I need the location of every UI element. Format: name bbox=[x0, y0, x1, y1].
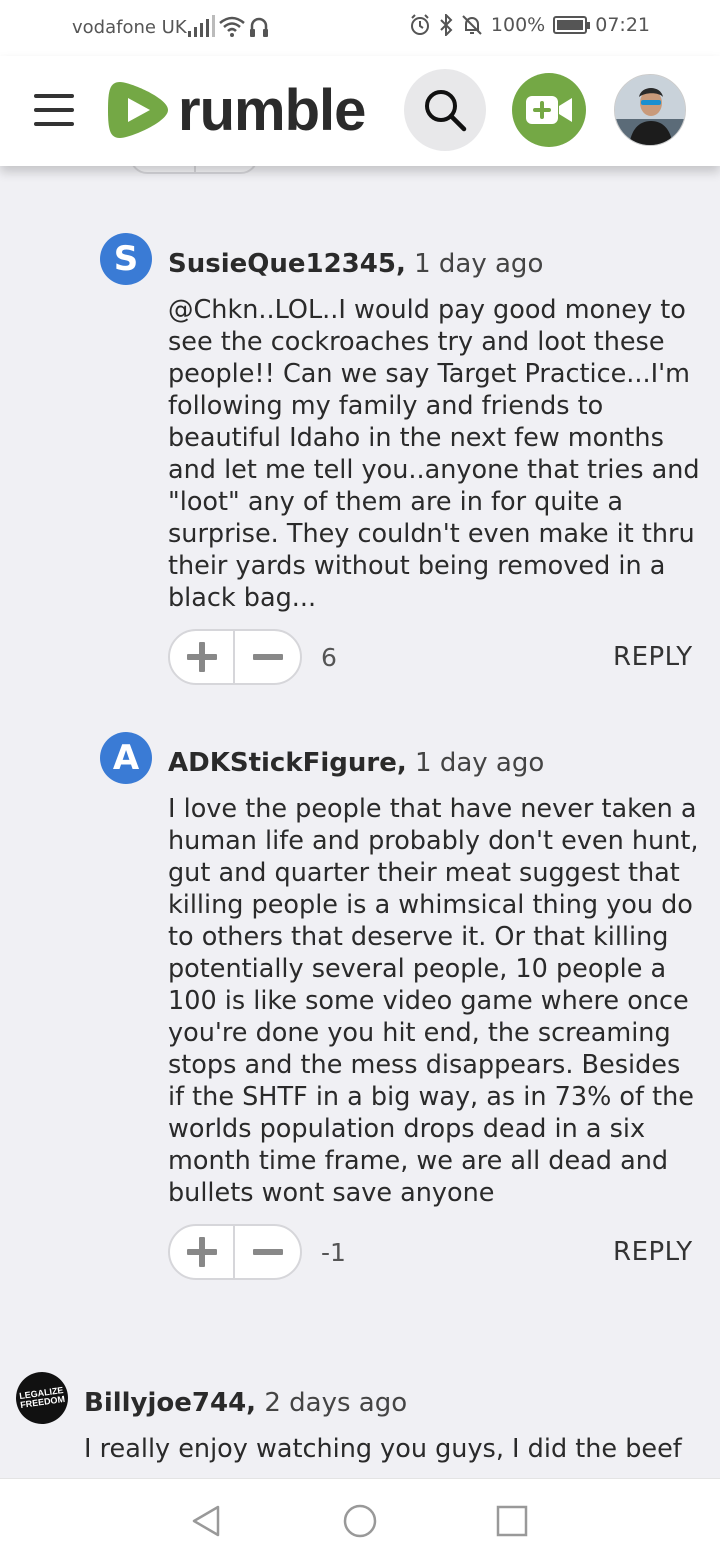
comment-line: I love the people that have never taken … bbox=[168, 794, 697, 824]
vote-score: 6 bbox=[321, 643, 337, 672]
comment-line: I really enjoy watching you guys, I did … bbox=[84, 1434, 682, 1464]
upvote-button[interactable] bbox=[170, 1226, 235, 1278]
comment-time: 2 days ago bbox=[264, 1388, 408, 1418]
avatar[interactable]: A bbox=[100, 732, 152, 784]
status-bar: vodafone UK 100% 07:21 bbox=[0, 0, 720, 56]
comment-header: Billyjoe744, 2 days ago bbox=[84, 1388, 407, 1418]
comment-line: month time frame, we are all dead and bbox=[168, 1146, 669, 1176]
mute-icon bbox=[462, 15, 482, 35]
app-header: rumble bbox=[0, 56, 720, 166]
avatar-letter: S bbox=[113, 239, 139, 279]
avatar-letter: A bbox=[112, 738, 140, 778]
comment-author[interactable]: SusieQue12345, bbox=[168, 249, 406, 279]
comment-line: stops and the mess disappears. Besides bbox=[168, 1050, 681, 1080]
comment-body: I really enjoy watching you guys, I did … bbox=[84, 1433, 682, 1465]
alarm-icon bbox=[410, 14, 429, 35]
comment-line: bullets wont save anyone bbox=[168, 1178, 495, 1208]
comment-line: their yards without being removed in a bbox=[168, 551, 666, 581]
avatar[interactable]: LEGALIZE FREEDOM bbox=[12, 1368, 72, 1428]
comment-author[interactable]: Billyjoe744, bbox=[84, 1388, 256, 1418]
logo-text: rumble bbox=[178, 77, 366, 143]
comment-line: @Chkn..LOL..I would pay good money to bbox=[168, 295, 686, 325]
downvote-button[interactable] bbox=[235, 1226, 300, 1278]
comment-line: you're done you hit end, the screaming bbox=[168, 1018, 671, 1048]
downvote-button[interactable] bbox=[235, 631, 300, 683]
avatar[interactable]: S bbox=[100, 233, 152, 285]
comment-line: surprise. They couldn't even make it thr… bbox=[168, 519, 695, 549]
comment-line: see the cockroaches try and loot these bbox=[168, 327, 665, 357]
comment-line: killing people is a whimsical thing you … bbox=[168, 890, 693, 920]
vote-control bbox=[168, 629, 302, 685]
minus-icon bbox=[252, 1237, 283, 1267]
user-photo bbox=[615, 75, 685, 145]
search-icon bbox=[425, 90, 467, 132]
plus-icon bbox=[186, 642, 217, 672]
signal-icon bbox=[188, 15, 215, 37]
comment-line: "loot" any of them are in for quite a bbox=[168, 487, 624, 517]
comment-header: SusieQue12345, 1 day ago bbox=[168, 249, 543, 279]
recents-icon[interactable] bbox=[492, 1501, 532, 1541]
status-right: 100% 07:21 bbox=[409, 14, 650, 36]
comment-time: 1 day ago bbox=[414, 249, 544, 279]
home-icon[interactable] bbox=[340, 1501, 380, 1541]
comment-line: following my family and friends to bbox=[168, 391, 604, 421]
battery-percent: 100% bbox=[490, 14, 546, 36]
rumble-logo[interactable]: rumble bbox=[106, 76, 366, 144]
wifi-icon bbox=[219, 16, 268, 37]
comment-line: worlds population drops dead in a six bbox=[168, 1114, 646, 1144]
upvote-button[interactable] bbox=[170, 631, 235, 683]
clock: 07:21 bbox=[595, 14, 650, 36]
comment-line: gut and quarter their meat suggest that bbox=[168, 858, 680, 888]
comment-line: black bag... bbox=[168, 583, 317, 613]
system-nav-bar bbox=[0, 1478, 720, 1560]
reply-button[interactable]: REPLY bbox=[613, 1237, 693, 1267]
comment-body: @Chkn..LOL..I would pay good money to se… bbox=[168, 294, 700, 614]
upload-video-button[interactable] bbox=[512, 73, 586, 147]
rumble-play-icon bbox=[108, 82, 168, 138]
user-avatar[interactable] bbox=[614, 74, 686, 146]
bluetooth-icon bbox=[440, 14, 453, 36]
video-add-icon bbox=[526, 96, 572, 124]
minus-icon bbox=[252, 642, 283, 672]
menu-icon[interactable] bbox=[34, 94, 74, 126]
search-button[interactable] bbox=[404, 69, 486, 151]
comment-line: beautiful Idaho in the next few months bbox=[168, 423, 664, 453]
battery-icon bbox=[553, 16, 591, 34]
comment-line: people!! Can we say Target Practice...I'… bbox=[168, 359, 690, 389]
reply-button[interactable]: REPLY bbox=[613, 642, 693, 672]
comment-author[interactable]: ADKStickFigure, bbox=[168, 748, 407, 778]
comment-header: ADKStickFigure, 1 day ago bbox=[168, 748, 544, 778]
vote-control bbox=[168, 1224, 302, 1280]
comment-line: 100 is like some video game where once bbox=[168, 986, 689, 1016]
comment-line: if the SHTF in a big way, as in 73% of t… bbox=[168, 1082, 694, 1112]
back-icon[interactable] bbox=[186, 1501, 226, 1541]
comment-body: I love the people that have never taken … bbox=[168, 793, 699, 1209]
comment-line: and let me tell you..anyone that tries a… bbox=[168, 455, 700, 485]
comment-line: to others that deserve it. Or that killi… bbox=[168, 922, 669, 952]
comment-line: human life and probably don't even hunt, bbox=[168, 826, 699, 856]
carrier-label: vodafone UK bbox=[72, 17, 187, 38]
comment-line: potentially several people, 10 people a bbox=[168, 954, 667, 984]
comment-time: 1 day ago bbox=[415, 748, 545, 778]
vote-score: -1 bbox=[321, 1238, 346, 1267]
plus-icon bbox=[186, 1237, 217, 1267]
